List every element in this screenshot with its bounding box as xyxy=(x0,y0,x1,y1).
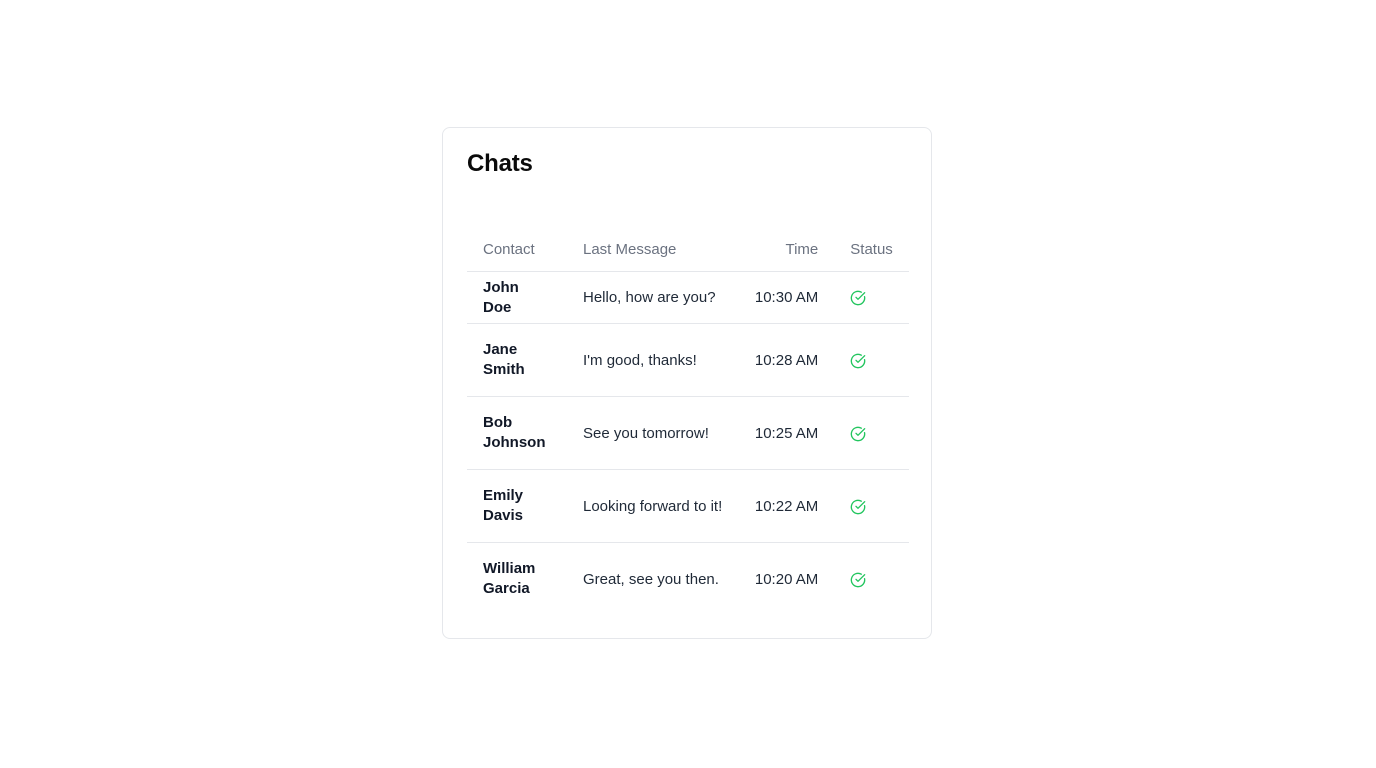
column-header-contact: Contact xyxy=(467,228,567,272)
chats-table: Contact Last Message Time Status John Do… xyxy=(467,228,909,616)
last-message: Looking forward to it! xyxy=(567,469,739,543)
last-message: Hello, how are you? xyxy=(567,271,739,324)
check-circle-icon xyxy=(851,353,866,368)
column-header-time: Time xyxy=(738,228,835,272)
status-cell xyxy=(834,271,909,324)
contact-name: Bob Johnson xyxy=(467,396,567,470)
column-header-status: Status xyxy=(834,228,909,272)
contact-name: Emily Davis xyxy=(467,469,567,543)
check-circle-icon xyxy=(851,572,866,588)
table-header-row: Contact Last Message Time Status xyxy=(467,228,909,272)
contact-name: William Garcia xyxy=(483,560,536,598)
status-cell xyxy=(834,323,909,397)
table-row[interactable]: Emily Davis Looking forward to it! 10:22… xyxy=(467,469,909,543)
status-cell xyxy=(834,543,909,616)
status-cell xyxy=(834,469,909,543)
table-row[interactable]: Bob Johnson See you tomorrow! 10:25 AM xyxy=(467,396,909,470)
message-time: 10:25 AM xyxy=(738,396,835,470)
table-row[interactable]: Jane Smith I'm good, thanks! 10:28 AM xyxy=(467,323,909,397)
message-time: 10:30 AM xyxy=(738,271,835,324)
table-row[interactable]: John Doe Hello, how are you? 10:30 AM xyxy=(467,271,909,324)
message-time: 10:20 AM xyxy=(754,570,819,588)
page-title: Chats xyxy=(467,150,533,177)
check-circle-icon xyxy=(851,499,866,514)
last-message: Great, see you then. xyxy=(583,570,719,588)
last-message: See you tomorrow! xyxy=(567,396,739,470)
contact-name: Jane Smith xyxy=(467,323,567,397)
check-circle-icon xyxy=(851,426,866,441)
check-circle-icon xyxy=(851,290,866,306)
status-cell xyxy=(834,396,909,470)
contact-name: John Doe xyxy=(467,271,567,324)
message-time: 10:22 AM xyxy=(738,469,835,543)
chats-card: Chats Contact Last Message Time Status J… xyxy=(442,127,932,639)
table-row[interactable]: William Garcia Great, see you then. 10:2… xyxy=(467,543,909,616)
last-message: I'm good, thanks! xyxy=(567,323,739,397)
column-header-last-message: Last Message xyxy=(567,228,739,272)
message-time: 10:28 AM xyxy=(738,323,835,397)
